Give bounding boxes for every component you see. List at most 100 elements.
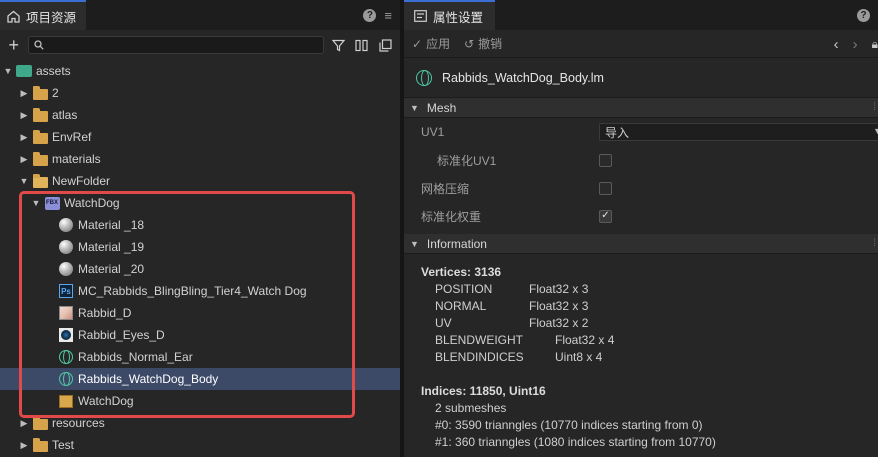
search-toolbar: + [0,30,400,60]
drag-grip-icon[interactable]: ⁞ [873,102,876,113]
submesh-0: #0: 3590 trianngles (10770 indices start… [435,418,703,432]
vertex-attribute-row: BLENDINDICES Uint8 x 4 [421,349,878,366]
vertex-attribute-row: BLENDWEIGHT Float32 x 4 [421,332,878,349]
indices-title: Indices: 11850, Uint16 [421,384,546,398]
tree-item-label: MC_Rabbids_BlingBling_Tier4_Watch Dog [78,284,307,298]
expand-right-icon[interactable]: ▶ [18,110,30,121]
check-icon: ✓ [412,36,423,51]
mesh-icon [58,350,74,364]
tree-item[interactable]: Rabbid_D [0,302,400,324]
tree-item[interactable]: WatchDog [0,390,400,412]
texture-eye-icon [58,328,74,342]
tab-title: 项目资源 [26,10,77,25]
texture-icon [58,306,74,320]
tree-item[interactable]: Rabbids_Normal_Ear [0,346,400,368]
normalize-uv1-row: 标准化UV1 [404,146,878,174]
tree-item-label: assets [36,64,71,78]
revert-label: 撤销 [478,37,503,51]
properties-panel: 属性设置 ? ✓ 应用 ↺ 撤销 ‹ › 🔒︎ Rabbids_WatchDog… [404,0,878,457]
tree-item[interactable]: ▶ Test [0,434,400,456]
expand-right-icon[interactable]: ▶ [18,418,30,429]
tab-properties[interactable]: 属性设置 [404,0,496,30]
asset-tree: ▼ assets ▶ 2 ▶ atlas ▶ EnvRef ▶ materials ▼ NewFold… [0,60,400,456]
tree-item-label: 2 [52,86,59,100]
folder-icon [32,129,48,144]
expand-down-icon[interactable]: ▼ [2,66,14,76]
tree-item-label: Rabbid_D [78,306,132,320]
normalize-weight-row: 标准化权重 ✓ [404,202,878,230]
assets-folder-icon [16,64,32,78]
tree-item-label: Material _18 [78,218,145,232]
attribute-type: Float32 x 3 [529,299,589,313]
help-icon[interactable]: ? [857,8,870,22]
search-icon [33,40,44,50]
folder-icon [32,107,48,122]
tree-item-label: Rabbids_WatchDog_Body [78,372,219,386]
folder-open-icon [32,173,48,188]
expand-right-icon[interactable]: ▶ [18,132,30,143]
tree-item-label: Material _19 [78,240,145,254]
tree-item[interactable]: ▶ atlas [0,104,400,126]
attribute-type: Uint8 x 4 [555,350,603,364]
file-name: Rabbids_WatchDog_Body.lm [442,70,604,85]
prefab-box-icon [58,394,74,408]
material-sphere-icon [58,240,74,254]
section-title: Information [426,236,487,251]
tree-item-label: WatchDog [78,394,134,408]
tree-item[interactable]: ▼ FBX WatchDog [0,192,400,214]
columns-view-icon[interactable] [353,36,370,54]
uv1-select[interactable]: 导入 ▼ [599,123,878,141]
tree-item[interactable]: Ps MC_Rabbids_BlingBling_Tier4_Watch Dog [0,280,400,302]
tab-project-assets[interactable]: 项目资源 [0,0,87,30]
tree-item-label: Rabbids_Normal_Ear [78,350,193,364]
home-icon [7,10,20,23]
expand-down-icon[interactable]: ▼ [30,198,42,208]
tree-item[interactable]: Material _20 [0,258,400,280]
expand-right-icon[interactable]: ▶ [18,440,30,451]
normalize-weight-checkbox[interactable]: ✓ [599,209,612,223]
drag-grip-icon[interactable]: ⁞ [873,238,876,249]
expand-right-icon[interactable]: ▶ [18,154,30,165]
tree-item[interactable]: ▼ NewFolder [0,170,400,192]
normalize-uv1-checkbox[interactable] [599,153,612,167]
attribute-name: BLENDWEIGHT [435,333,524,347]
apply-label: 应用 [426,37,451,51]
project-assets-panel: 项目资源 ? ≡ + ▼ assets ▶ 2 ▶ atlas ▶ EnvRef ▶ materi… [0,0,400,457]
submesh-count: 2 submeshes [435,401,507,415]
uv1-row: UV1 导入 ▼ [404,118,878,146]
back-arrow-icon[interactable]: ‹ [834,36,839,53]
filter-icon[interactable] [330,36,347,54]
tree-item[interactable]: Material _18 [0,214,400,236]
help-icon[interactable]: ? [363,8,377,22]
add-icon[interactable]: + [6,36,22,54]
tree-item[interactable]: ▶ EnvRef [0,126,400,148]
information-section-header[interactable]: ▼ Information ⁞ [404,234,878,254]
attribute-name: BLENDINDICES [435,350,524,364]
revert-button[interactable]: ↺ 撤销 [464,35,502,52]
tree-item-label: NewFolder [52,174,111,188]
fbx-icon: FBX [44,196,60,210]
panel-menu-icon[interactable]: ≡ [384,9,392,22]
tree-item-label: atlas [52,108,78,122]
lock-icon[interactable]: 🔒︎ [872,37,878,52]
attribute-type: Float32 x 3 [529,282,589,296]
attribute-type: Float32 x 2 [529,316,589,330]
tree-item[interactable]: ▶ materials [0,148,400,170]
vertex-attribute-row: POSITION Float32 x 3 [421,281,878,298]
expand-down-icon[interactable]: ▼ [18,176,30,186]
mesh-compress-checkbox[interactable] [599,181,612,195]
tree-item[interactable]: Rabbid_Eyes_D [0,324,400,346]
tree-item[interactable]: Material _19 [0,236,400,258]
expand-right-icon[interactable]: ▶ [18,88,30,99]
tree-item[interactable]: ▶ resources [0,412,400,434]
tree-item[interactable]: Rabbids_WatchDog_Body [0,368,400,390]
mesh-section-header[interactable]: ▼ Mesh ⁞ [404,98,878,118]
tree-item[interactable]: ▼ assets [0,60,400,82]
search-box[interactable] [27,36,324,54]
apply-button[interactable]: ✓ 应用 [412,35,450,52]
collapse-all-icon[interactable] [377,36,394,54]
forward-arrow-icon[interactable]: › [853,36,858,53]
properties-icon [414,10,427,22]
search-input[interactable] [47,39,308,51]
tree-item[interactable]: ▶ 2 [0,82,400,104]
